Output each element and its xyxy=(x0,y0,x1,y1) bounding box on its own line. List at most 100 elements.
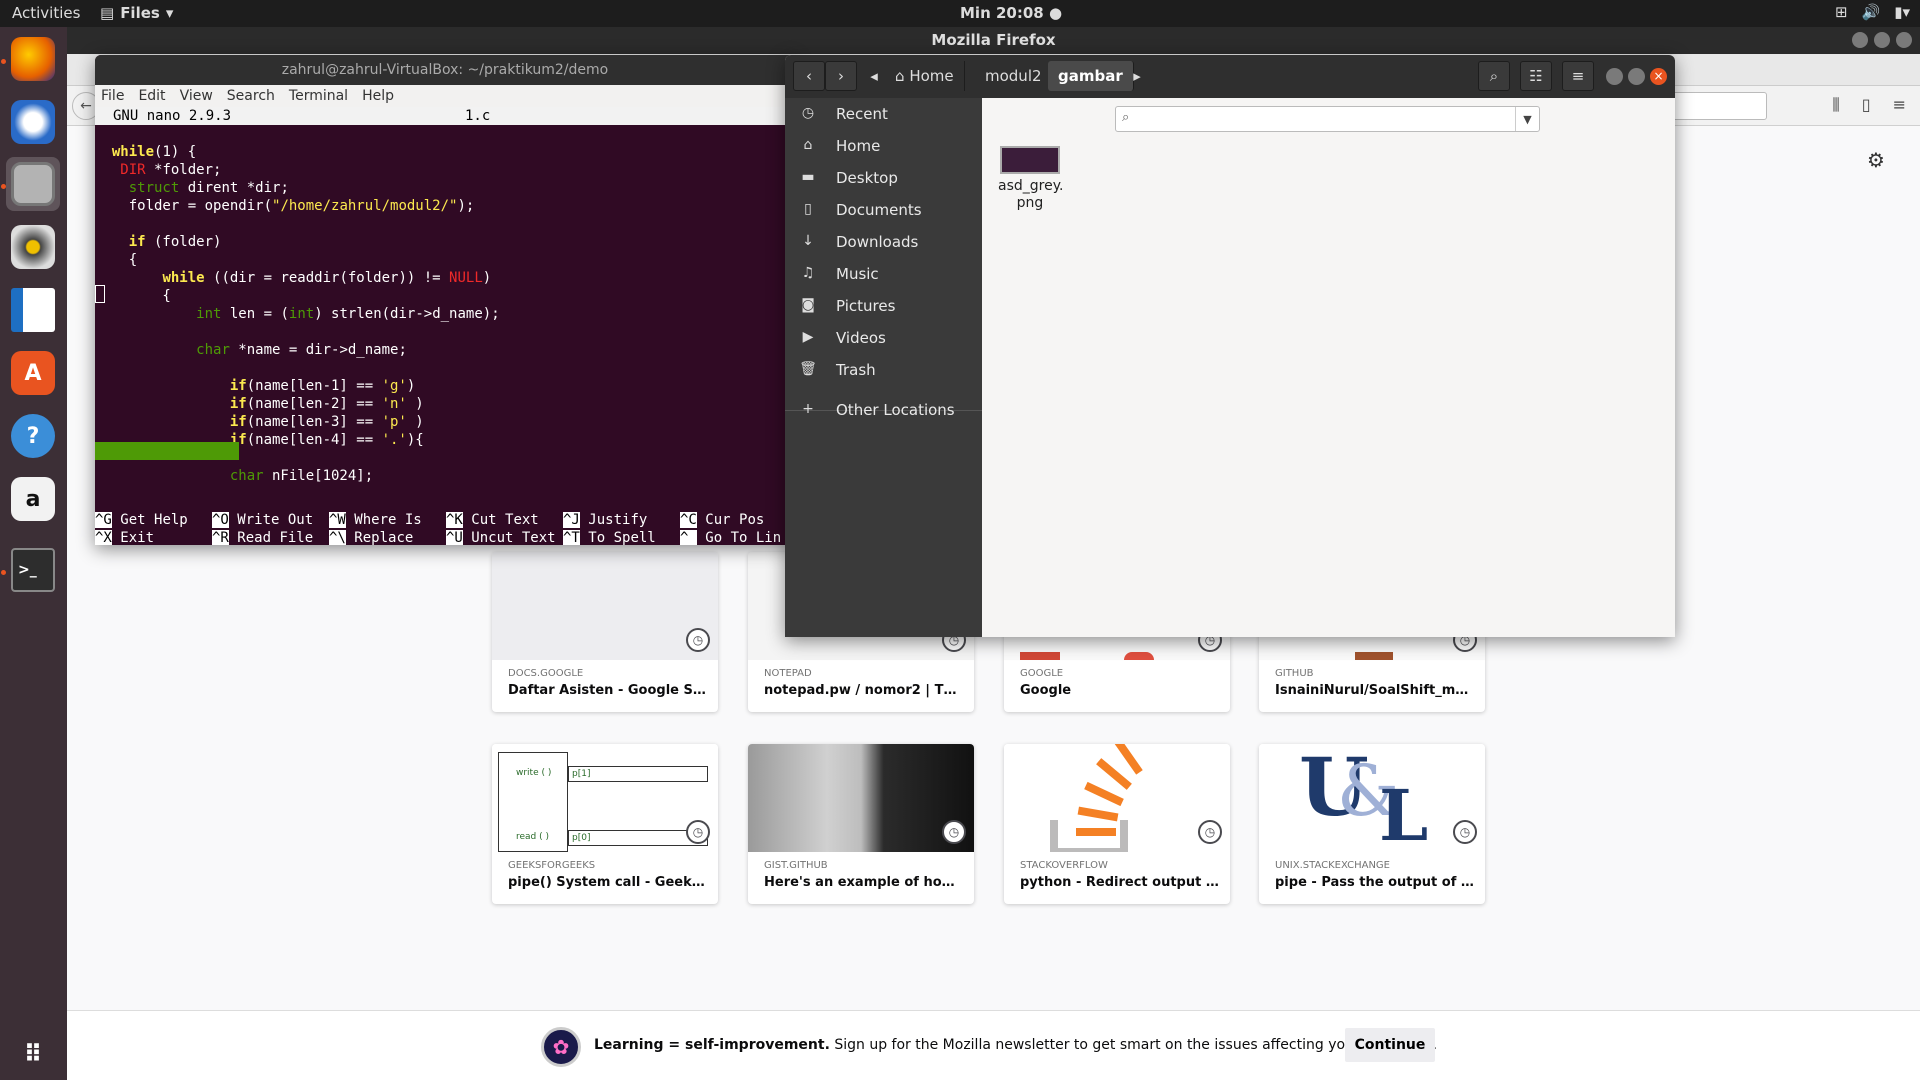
files-window: ‹ › ◂ ⌂ Home modul2 gambar ▸ ⌕ ☷ ≡ × ◷ Re… xyxy=(785,55,1675,637)
shortcut-get-help[interactable]: ^G Get Help xyxy=(95,511,188,529)
search-options-button[interactable]: ▼ xyxy=(1515,107,1539,131)
diagram-write-label: write ( ) xyxy=(516,768,552,778)
file-name-line1: asd_grey. xyxy=(998,178,1064,194)
search-button[interactable]: ⌕ xyxy=(1478,61,1510,91)
newsletter-snippet: ✿ Learning = self-improvement. Sign up f… xyxy=(67,1010,1920,1080)
dock-software[interactable]: A xyxy=(6,346,60,400)
minimize-button[interactable] xyxy=(1606,68,1623,85)
code-line: if(name[len-2] == 'n' ) xyxy=(229,396,424,412)
show-applications-button[interactable]: ⠿ xyxy=(6,1027,60,1080)
forward-button[interactable]: › xyxy=(825,61,857,91)
sidebar-item-recent[interactable]: ◷ Recent xyxy=(785,100,982,128)
shortcut-justify[interactable]: ^J Justify xyxy=(563,511,647,529)
breadcrumb-modul2[interactable]: modul2 xyxy=(975,61,1053,91)
document-icon: ▯ xyxy=(804,201,812,217)
snippet-message: Learning = self-improvement. Sign up for… xyxy=(594,1037,1438,1053)
activities-button[interactable]: Activities xyxy=(12,4,80,22)
menu-search[interactable]: Search xyxy=(227,85,275,107)
dock-terminal[interactable]: >_ xyxy=(6,543,60,597)
shortcut-go-to-line[interactable]: ^_ Go To Lin xyxy=(680,529,781,545)
maximize-button[interactable] xyxy=(1874,32,1890,48)
shortcut-where-is[interactable]: ^W Where Is xyxy=(329,511,422,529)
tile-host: GOOGLE xyxy=(1020,668,1064,679)
download-icon: ↓ xyxy=(802,233,814,249)
sidebar-item-other-locations[interactable]: + Other Locations xyxy=(785,396,982,424)
tile-thumbnail: U & L ◷ xyxy=(1259,744,1485,852)
tile-host: GITHUB xyxy=(1275,668,1314,679)
sidebar-item-downloads[interactable]: ↓ Downloads xyxy=(785,228,982,256)
system-tray[interactable]: ⊞ 🔊 ▮▾ xyxy=(1835,3,1910,21)
dock-amazon[interactable]: a xyxy=(6,472,60,526)
shortcut-cut-text[interactable]: ^K Cut Text xyxy=(446,511,539,529)
sidebar-icon[interactable]: ▯ xyxy=(1862,95,1871,115)
files-sidebar: ◷ Recent ⌂ Home ▬ Desktop ▯ Documents ↓ Downl… xyxy=(785,98,982,637)
plus-icon: + xyxy=(802,401,814,417)
chevron-left-icon: ‹ xyxy=(806,67,812,85)
top-site-tile[interactable]: U & L ◷ UNIX.STACKEXCHANGE pipe - Pass t… xyxy=(1259,744,1485,904)
sidebar-item-trash[interactable]: 🗑 Trash xyxy=(785,356,982,384)
volume-icon: 🔊 xyxy=(1861,3,1881,21)
shortcut-replace[interactable]: ^\ Replace xyxy=(329,529,413,545)
path-scroll-right[interactable]: ▸ xyxy=(1128,61,1146,91)
file-item[interactable]: asd_grey. png xyxy=(998,146,1064,212)
continue-button[interactable]: Continue xyxy=(1345,1028,1435,1062)
app-menu[interactable]: ▤ Files ▾ xyxy=(100,4,173,22)
dock-files[interactable] xyxy=(6,157,60,211)
menu-edit[interactable]: Edit xyxy=(138,85,165,107)
menu-view[interactable]: View xyxy=(180,85,213,107)
top-site-tile[interactable]: ◷ GIST.GITHUB Here's an example of how t… xyxy=(748,744,974,904)
terminal-content[interactable]: GNU nano 2.9.3 1.c while(1) { DIR *folde… xyxy=(95,107,795,545)
dock-help[interactable]: ? xyxy=(6,409,60,463)
menu-file[interactable]: File xyxy=(101,85,124,107)
menu-terminal[interactable]: Terminal xyxy=(289,85,348,107)
shortcut-to-spell[interactable]: ^T To Spell xyxy=(563,529,656,545)
search-field[interactable]: ⌕ ▼ xyxy=(1115,106,1540,132)
shortcut-read-file[interactable]: ^R Read File xyxy=(212,529,313,545)
top-site-tile[interactable]: ◷ STACKOVERFLOW python - Redirect output… xyxy=(1004,744,1230,904)
minimize-button[interactable] xyxy=(1852,32,1868,48)
trash-icon: 🗑 xyxy=(799,361,817,377)
gear-icon[interactable]: ⚙ xyxy=(1867,148,1885,172)
breadcrumb-gambar[interactable]: gambar xyxy=(1048,61,1134,91)
sidebar-item-videos[interactable]: ▶ Videos xyxy=(785,324,982,352)
top-site-tile[interactable]: write ( ) read ( ) p[1] p[0] ◷ GEEKSFORG… xyxy=(492,744,718,904)
menu-help[interactable]: Help xyxy=(362,85,394,107)
files-menu-icon: ▤ xyxy=(100,4,115,22)
top-site-tile[interactable]: ◷ DOCS.GOOGLE Daftar Asisten - Google Sp… xyxy=(492,552,718,712)
view-toggle-button[interactable]: ☷ xyxy=(1520,61,1552,91)
shortcut-write-out[interactable]: ^O Write Out xyxy=(212,511,313,529)
library-icon[interactable]: ⫼ xyxy=(1832,95,1839,115)
clock-icon: ◷ xyxy=(1453,820,1477,844)
maximize-button[interactable] xyxy=(1628,68,1645,85)
sidebar-item-music[interactable]: ♫ Music xyxy=(785,260,982,288)
shortcut-uncut-text[interactable]: ^U Uncut Text xyxy=(446,529,556,545)
dock-firefox[interactable] xyxy=(6,32,60,86)
app-menu-label: Files xyxy=(120,4,160,22)
sidebar-item-documents[interactable]: ▯ Documents xyxy=(785,196,982,224)
code-line: struct dirent *dir; xyxy=(128,180,289,196)
menu-button[interactable]: ≡ xyxy=(1562,61,1594,91)
chevron-down-icon: ▾ xyxy=(165,4,174,22)
code-line: if(name[len-1] == 'g') xyxy=(229,378,416,394)
shortcut-cur-pos[interactable]: ^C Cur Pos xyxy=(680,511,764,529)
tile-thumbnail: ◷ xyxy=(748,744,974,852)
sidebar-item-desktop[interactable]: ▬ Desktop xyxy=(785,164,982,192)
code-line: { xyxy=(95,252,138,268)
clock[interactable]: Min 20:08 ● xyxy=(960,4,1062,22)
menu-icon[interactable]: ≡ xyxy=(1893,95,1906,115)
sidebar-item-pictures[interactable]: ◙ Pictures xyxy=(785,292,982,320)
dock: A ? a >_ ⠿ xyxy=(0,27,67,1080)
battery-icon: ▮▾ xyxy=(1894,3,1910,21)
dock-rhythmbox[interactable] xyxy=(6,220,60,274)
home-icon: ⌂ xyxy=(895,67,905,85)
close-button[interactable]: × xyxy=(1650,68,1667,85)
breadcrumb-home[interactable]: ⌂ Home xyxy=(885,61,965,91)
shortcut-exit[interactable]: ^X Exit xyxy=(95,529,154,545)
close-button[interactable] xyxy=(1896,32,1912,48)
back-button[interactable]: ‹ xyxy=(793,61,825,91)
sidebar-item-home[interactable]: ⌂ Home xyxy=(785,132,982,160)
path-scroll-left[interactable]: ◂ xyxy=(865,61,883,91)
dock-thunderbird[interactable] xyxy=(6,95,60,149)
thumb-decoration xyxy=(1124,652,1154,660)
dock-writer[interactable] xyxy=(6,283,60,337)
